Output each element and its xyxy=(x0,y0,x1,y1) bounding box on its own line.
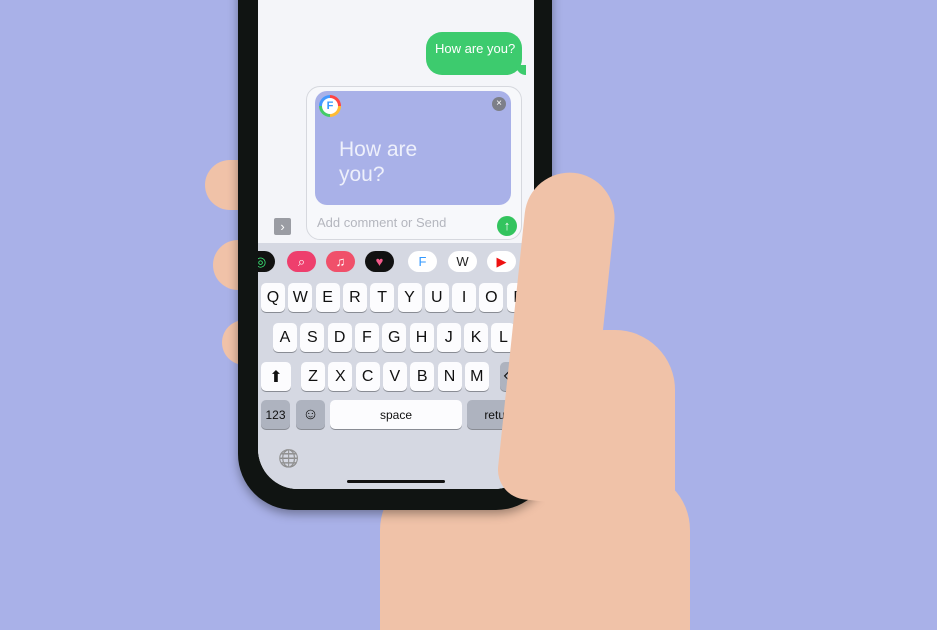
key-n[interactable]: N xyxy=(437,362,462,391)
sent-message-bubble: How are you? xyxy=(426,32,526,75)
message-card-preview: F × How are you? xyxy=(315,91,511,205)
key-k[interactable]: K xyxy=(464,323,489,352)
key-b[interactable]: B xyxy=(410,362,435,391)
image-search-app-icon[interactable]: ⌕ xyxy=(287,251,316,272)
digital-touch-app-icon[interactable]: ♥ xyxy=(365,251,394,272)
emoji-key[interactable]: ☺ xyxy=(296,400,325,429)
home-indicator[interactable] xyxy=(347,480,445,483)
expand-apps-button[interactable]: › xyxy=(274,218,291,235)
key-m[interactable]: M xyxy=(464,362,489,391)
key-c[interactable]: C xyxy=(355,362,380,391)
keyboard: ◎⌕♫♥FW▶ QWERTYUIOPASDFGHJKLZXCVBNM⬆⌫123☺… xyxy=(258,243,534,489)
key-o[interactable]: O xyxy=(479,283,504,312)
space-key[interactable]: space xyxy=(330,400,462,429)
numbers-key[interactable]: 123 xyxy=(261,400,290,429)
key-x[interactable]: X xyxy=(328,362,353,391)
music-app-icon[interactable]: ♫ xyxy=(326,251,355,272)
key-a[interactable]: A xyxy=(273,323,297,352)
key-q[interactable]: Q xyxy=(261,283,285,312)
key-r[interactable]: R xyxy=(342,283,367,312)
wikipedia-app-icon[interactable]: W xyxy=(448,251,477,272)
comment-input[interactable]: Add comment or Send xyxy=(317,215,446,230)
activity-app-icon[interactable]: ◎ xyxy=(258,251,275,272)
key-y[interactable]: Y xyxy=(397,283,422,312)
f-app-app-icon[interactable]: F xyxy=(408,251,437,272)
key-h[interactable]: H xyxy=(409,323,434,352)
key-u[interactable]: U xyxy=(424,283,449,312)
key-j[interactable]: J xyxy=(436,323,461,352)
key-z[interactable]: Z xyxy=(301,362,325,391)
f-app-icon: F xyxy=(319,95,341,117)
key-s[interactable]: S xyxy=(300,323,325,352)
globe-icon[interactable]: 🌐 xyxy=(278,449,299,469)
close-icon[interactable]: × xyxy=(492,97,506,111)
key-f[interactable]: F xyxy=(354,323,379,352)
hand-palm xyxy=(545,330,675,590)
send-button[interactable]: ↑ xyxy=(497,216,517,236)
key-e[interactable]: E xyxy=(315,283,340,312)
shift-key[interactable]: ⬆ xyxy=(261,362,291,391)
key-t[interactable]: T xyxy=(370,283,395,312)
key-d[interactable]: D xyxy=(327,323,352,352)
key-w[interactable]: W xyxy=(288,283,313,312)
key-v[interactable]: V xyxy=(382,362,407,391)
youtube-app-icon[interactable]: ▶ xyxy=(487,251,516,272)
key-i[interactable]: I xyxy=(452,283,477,312)
compose-box: F × How are you? Add comment or Send ↑ xyxy=(306,86,522,240)
phone-screen: How are you? › F × How are you? Add comm… xyxy=(258,0,534,489)
key-g[interactable]: G xyxy=(382,323,407,352)
card-text: How are you? xyxy=(339,138,418,186)
